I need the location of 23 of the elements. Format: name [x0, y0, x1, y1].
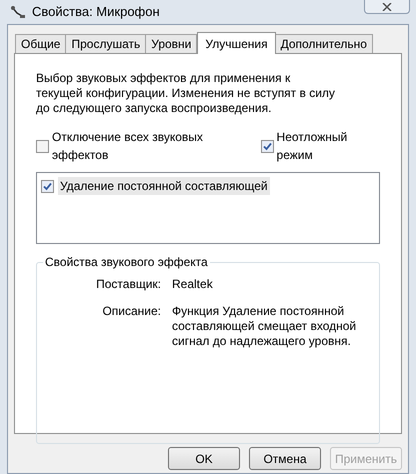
tab[interactable]: Дополнительно — [274, 34, 373, 53]
tab[interactable]: Общие — [15, 34, 66, 53]
checkbox[interactable] — [36, 140, 49, 152]
dialog-button[interactable]: Отмена — [249, 447, 321, 470]
microphone-icon — [10, 5, 26, 19]
property-label: Поставщик: — [95, 277, 162, 292]
tab[interactable]: Уровни — [145, 34, 198, 53]
property-value: Функция Удаление постоянной составляющей смещает входной сигнал до надлежащего уровня. — [172, 304, 358, 349]
property-value: Realtek — [172, 277, 214, 292]
checkbox[interactable] — [41, 180, 54, 192]
option-label: Отключение всех звуковых эффектов — [52, 129, 204, 164]
dialog-button[interactable]: OK — [168, 447, 240, 470]
tab[interactable]: Прослушать — [65, 34, 146, 53]
intro-text: Выбор звуковых эффектов для применения к текущей конфигурации. Изменения не вступят в силу до следующего запуска воспроизведения. — [36, 71, 336, 116]
option-label: Неотложный режим — [276, 129, 348, 164]
close-icon — [382, 2, 392, 10]
close-button[interactable] — [364, 0, 410, 14]
effect-item[interactable]: Удаление постоянной составляющей — [58, 177, 270, 195]
group-title: Свойства звукового эффекта — [43, 255, 210, 270]
window-title: Свойства: Микрофон — [32, 3, 160, 22]
checkbox[interactable] — [260, 140, 274, 152]
tab[interactable]: Улучшения — [197, 32, 276, 54]
property-label: Описание: — [101, 304, 162, 320]
